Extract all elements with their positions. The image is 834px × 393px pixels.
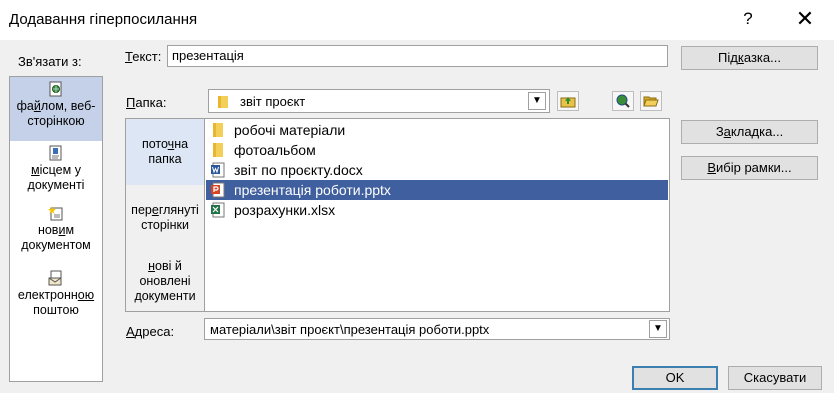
address-label: Адреса: bbox=[126, 324, 175, 339]
folder-icon bbox=[213, 123, 223, 137]
file-name: фотоальбом bbox=[234, 142, 316, 158]
folder-open-icon bbox=[643, 96, 659, 107]
link-to-place-item[interactable]: місцем у документі bbox=[10, 145, 102, 193]
list-item[interactable]: робочі матеріали bbox=[206, 120, 668, 140]
list-item[interactable]: розрахунки.xlsx bbox=[206, 200, 668, 220]
link-to-item-label: файлом, веб-сторінкою bbox=[16, 99, 96, 128]
email-icon bbox=[48, 270, 62, 286]
target-frame-button[interactable]: Вибір рамки... bbox=[681, 156, 818, 180]
folder-up-icon bbox=[560, 97, 576, 108]
look-in-panel: поточна папка переглянуті сторінки нові … bbox=[125, 118, 205, 312]
address-value: матеріали\звіт проєкт\презентація роботи… bbox=[210, 322, 490, 337]
file-name: робочі матеріали bbox=[234, 122, 346, 138]
file-name: розрахунки.xlsx bbox=[234, 202, 336, 218]
chevron-down-icon[interactable]: ▼ bbox=[528, 92, 546, 110]
new-document-icon bbox=[48, 206, 63, 221]
folder-label: Папка: bbox=[126, 95, 167, 110]
excel-icon bbox=[211, 202, 225, 218]
look-in-recent-files[interactable]: нові й оновлені документи bbox=[126, 259, 204, 304]
word-icon bbox=[211, 162, 225, 178]
address-combobox[interactable]: матеріали\звіт проєкт\презентація роботи… bbox=[204, 318, 670, 340]
browse-file-button[interactable] bbox=[640, 91, 662, 111]
up-one-folder-button[interactable] bbox=[557, 91, 579, 111]
list-item-selected[interactable]: презентація роботи.pptx bbox=[206, 180, 668, 200]
file-name: звіт по проєкту.docx bbox=[234, 162, 363, 178]
file-web-icon bbox=[49, 81, 62, 97]
text-label: Текст: bbox=[125, 49, 162, 64]
ok-button[interactable]: OK bbox=[632, 366, 718, 390]
screentip-button[interactable]: Підказка... bbox=[681, 46, 818, 70]
list-item[interactable]: фотоальбом bbox=[206, 140, 668, 160]
link-to-label: Зв'язати з: bbox=[18, 54, 82, 69]
globe-search-icon bbox=[616, 94, 630, 108]
close-button[interactable]: ✕ bbox=[788, 6, 822, 32]
link-to-new-document-item[interactable]: новим документом bbox=[10, 205, 102, 253]
dialog-title: Додавання гіперпосилання bbox=[9, 11, 198, 28]
link-to-panel: файлом, веб-сторінкою місцем у документі… bbox=[9, 76, 103, 382]
document-place-icon bbox=[49, 145, 62, 161]
file-name: презентація роботи.pptx bbox=[234, 182, 391, 198]
powerpoint-icon bbox=[211, 182, 225, 198]
link-to-email-item[interactable]: електронною поштою bbox=[10, 270, 102, 318]
link-to-item-label: новим документом bbox=[21, 223, 91, 252]
file-list[interactable]: робочі матеріали фотоальбом звіт по проє… bbox=[204, 118, 670, 312]
link-to-item-label: місцем у документі bbox=[27, 163, 85, 192]
link-to-existing-file-item[interactable]: файлом, веб-сторінкою bbox=[10, 77, 102, 141]
bookmark-button[interactable]: Закладка... bbox=[681, 120, 818, 144]
list-item[interactable]: звіт по проєкту.docx bbox=[206, 160, 668, 180]
title-bar: Додавання гіперпосилання ? ✕ bbox=[0, 0, 834, 40]
chevron-down-icon[interactable]: ▼ bbox=[649, 320, 667, 338]
help-button[interactable]: ? bbox=[733, 6, 763, 32]
look-in-browsed-pages[interactable]: переглянуті сторінки bbox=[126, 203, 204, 233]
display-text-input[interactable]: презентація bbox=[167, 45, 668, 67]
folder-icon bbox=[218, 96, 228, 108]
browse-web-button[interactable] bbox=[612, 91, 634, 111]
link-to-item-label: електронною поштою bbox=[17, 288, 95, 317]
folder-select[interactable]: звіт проєкт ▼ bbox=[208, 89, 550, 113]
look-in-current-folder[interactable]: поточна папка bbox=[126, 119, 204, 185]
cancel-button[interactable]: Скасувати bbox=[728, 366, 822, 390]
folder-icon bbox=[213, 143, 223, 157]
folder-value: звіт проєкт bbox=[240, 94, 306, 109]
